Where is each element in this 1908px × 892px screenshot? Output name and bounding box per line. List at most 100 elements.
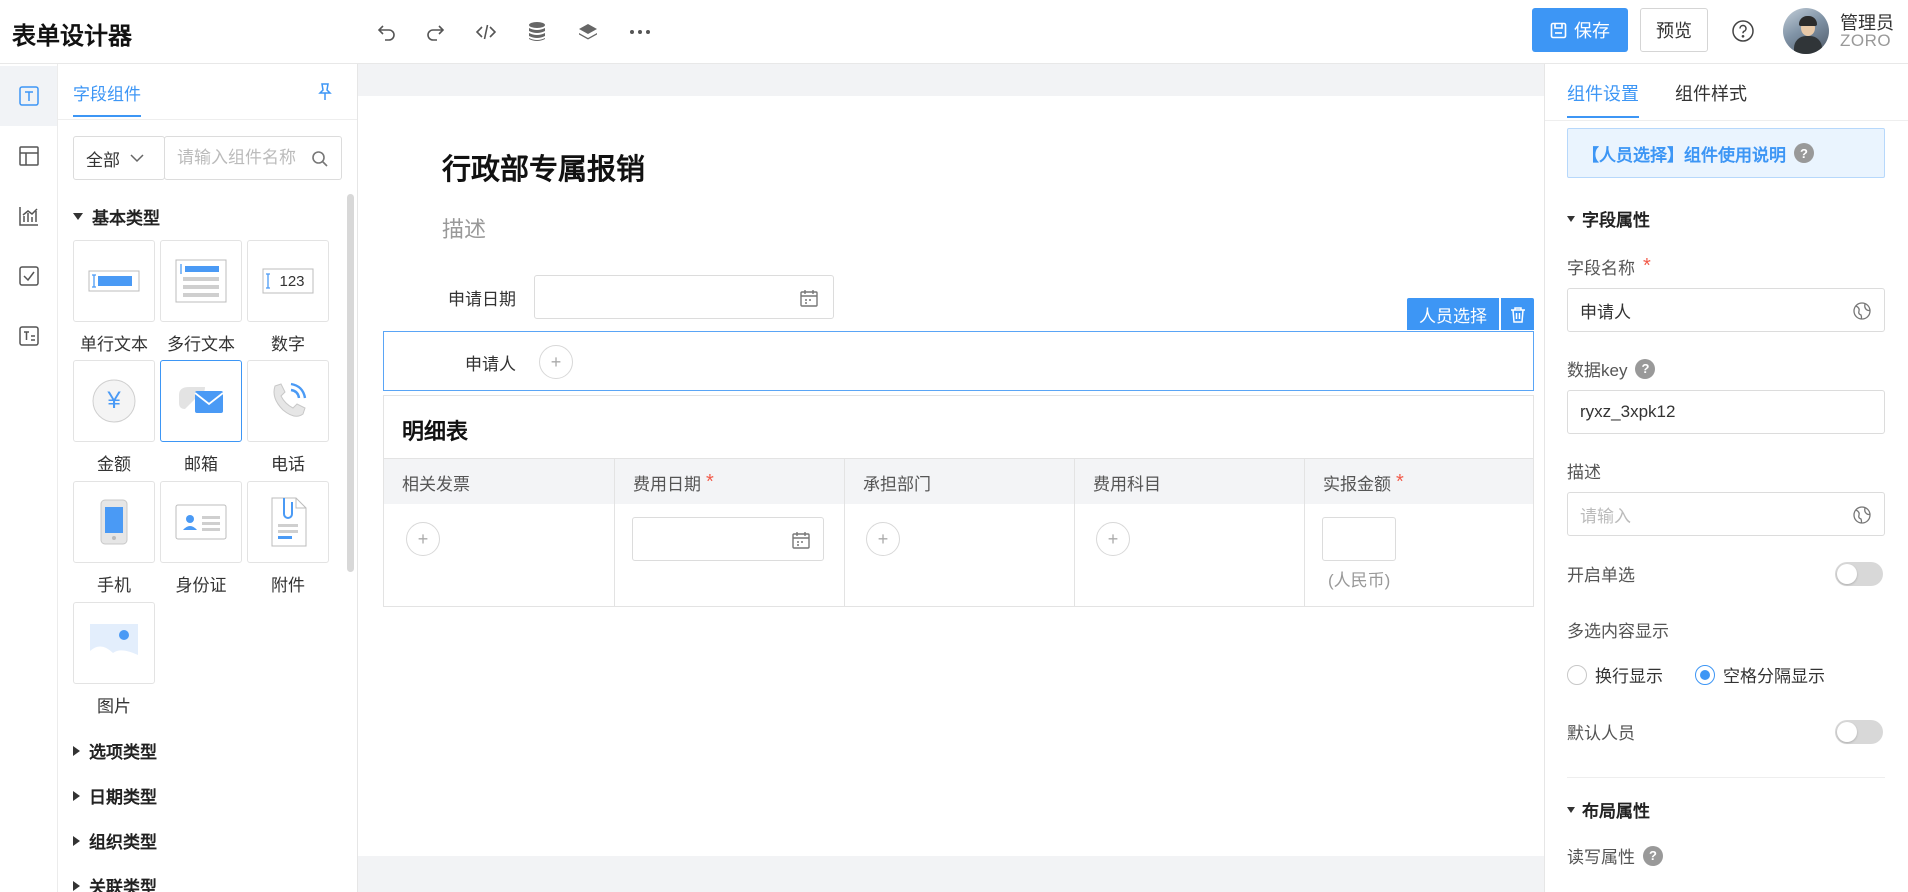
radio-newline-display[interactable]: 换行显示 bbox=[1567, 662, 1663, 687]
data-key-input[interactable]: ryxz_3xpk12 bbox=[1567, 390, 1885, 434]
category-options[interactable]: 选项类型 bbox=[73, 738, 157, 763]
category-organization[interactable]: 组织类型 bbox=[73, 828, 157, 853]
column-header-amount: 实报金额 * bbox=[1304, 459, 1533, 505]
single-line-text-icon bbox=[88, 270, 140, 292]
form-title[interactable]: 行政部专属报销 bbox=[442, 146, 645, 188]
category-date[interactable]: 日期类型 bbox=[73, 783, 157, 808]
tab-component-settings[interactable]: 组件设置 bbox=[1567, 80, 1639, 118]
column-divider bbox=[1074, 504, 1075, 607]
question-icon[interactable]: ? bbox=[1643, 845, 1663, 866]
applicant-label: 申请人 bbox=[465, 355, 516, 374]
globe-icon[interactable] bbox=[1852, 505, 1872, 525]
category-basic[interactable]: 基本类型 bbox=[73, 204, 160, 229]
widget-image[interactable]: 图片 bbox=[73, 602, 155, 717]
code-icon[interactable] bbox=[471, 17, 501, 47]
widget-label: 多行文本 bbox=[167, 335, 235, 354]
description-input[interactable]: 请输入 bbox=[1567, 492, 1885, 536]
question-icon[interactable]: ? bbox=[1635, 358, 1656, 379]
data-key-value: ryxz_3xpk12 bbox=[1580, 402, 1676, 421]
avatar[interactable] bbox=[1783, 8, 1829, 54]
plus-icon: + bbox=[417, 529, 429, 549]
undo-icon[interactable] bbox=[372, 17, 402, 47]
save-button[interactable]: 保存 bbox=[1532, 8, 1628, 52]
widget-mobile[interactable]: 手机 bbox=[73, 481, 155, 596]
widget-currency[interactable]: ¥ 金额 bbox=[73, 360, 155, 475]
chart-icon bbox=[18, 207, 38, 226]
add-department-button[interactable]: + bbox=[866, 522, 900, 556]
radio-space-separated-display[interactable]: 空格分隔显示 bbox=[1695, 662, 1825, 687]
rich-text-icon bbox=[18, 326, 39, 346]
usage-help-banner[interactable]: 【人员选择】组件使用说明 ? bbox=[1567, 128, 1885, 178]
pin-icon[interactable] bbox=[316, 82, 334, 107]
default-person-toggle[interactable] bbox=[1835, 720, 1883, 744]
field-name-input[interactable]: 申请人 bbox=[1567, 288, 1885, 332]
section-layout-properties[interactable]: 布局属性 bbox=[1567, 797, 1650, 822]
description-label: 描述 bbox=[1567, 463, 1601, 482]
read-write-label: 读写属性? bbox=[1567, 843, 1663, 868]
selected-field-tag[interactable]: 人员选择 bbox=[1407, 298, 1499, 330]
field-name-value: 申请人 bbox=[1580, 302, 1631, 322]
detail-table: 明细表 相关发票 费用日期 * 承担部门 费用科目 实报金额 * + + + (人民… bbox=[383, 395, 1534, 607]
plus-icon: + bbox=[1107, 529, 1119, 549]
rail-checkbox[interactable] bbox=[0, 246, 57, 306]
help-icon[interactable] bbox=[1730, 18, 1756, 44]
rail-layout[interactable] bbox=[0, 126, 57, 186]
add-invoice-button[interactable]: + bbox=[406, 522, 440, 556]
help-banner-text: 【人员选择】组件使用说明 bbox=[1582, 145, 1786, 165]
email-icon bbox=[179, 387, 224, 413]
data-key-label: 数据key? bbox=[1567, 356, 1656, 381]
image-icon bbox=[90, 624, 138, 662]
section-field-properties[interactable]: 字段属性 bbox=[1567, 206, 1650, 231]
preview-button[interactable]: 预览 bbox=[1640, 8, 1708, 52]
panel-scrollbar[interactable] bbox=[347, 194, 354, 572]
category-filter-select[interactable]: 全部 bbox=[73, 136, 165, 180]
rail-rich-text[interactable] bbox=[0, 306, 57, 366]
column-header-expense-subject: 费用科目 bbox=[1074, 459, 1304, 505]
widget-label: 图片 bbox=[97, 697, 131, 716]
expense-date-input[interactable] bbox=[632, 517, 824, 561]
column-divider bbox=[844, 504, 845, 607]
divider bbox=[1545, 120, 1908, 121]
widget-number[interactable]: 123 数字 bbox=[247, 240, 329, 355]
more-icon[interactable] bbox=[625, 17, 655, 47]
amount-input[interactable] bbox=[1322, 517, 1396, 561]
widget-single-line-text[interactable]: 单行文本 bbox=[73, 240, 155, 355]
left-icon-rail bbox=[0, 64, 58, 892]
section-label: 字段属性 bbox=[1582, 211, 1650, 230]
multi-line-text-icon bbox=[175, 259, 227, 303]
widget-label: 手机 bbox=[97, 576, 131, 595]
widget-label: 附件 bbox=[271, 576, 305, 595]
layers-icon[interactable] bbox=[573, 17, 603, 47]
widget-email[interactable]: 邮箱 bbox=[160, 360, 242, 475]
add-subject-button[interactable]: + bbox=[1096, 522, 1130, 556]
component-search-input[interactable] bbox=[177, 148, 307, 168]
save-label: 保存 bbox=[1574, 21, 1610, 41]
widget-phone[interactable]: 电话 bbox=[247, 360, 329, 475]
tab-field-components[interactable]: 字段组件 bbox=[73, 80, 141, 117]
single-select-toggle[interactable] bbox=[1835, 562, 1883, 586]
component-search[interactable] bbox=[164, 136, 342, 180]
required-mark: * bbox=[1396, 470, 1404, 493]
application-date-input[interactable] bbox=[534, 275, 834, 319]
calendar-icon bbox=[792, 532, 810, 549]
widget-label: 电话 bbox=[271, 455, 305, 474]
caret-right-icon bbox=[73, 745, 80, 756]
globe-icon[interactable] bbox=[1852, 301, 1872, 321]
category-label: 关联类型 bbox=[89, 878, 157, 892]
widget-attachment[interactable]: 附件 bbox=[247, 481, 329, 596]
widget-id-card[interactable]: 身份证 bbox=[160, 481, 242, 596]
category-relation[interactable]: 关联类型 bbox=[73, 873, 157, 892]
detail-table-title: 明细表 bbox=[402, 419, 469, 444]
redo-icon[interactable] bbox=[420, 17, 450, 47]
form-description[interactable]: 描述 bbox=[442, 212, 486, 244]
tab-component-style[interactable]: 组件样式 bbox=[1675, 80, 1747, 116]
widget-multi-line-text[interactable]: 多行文本 bbox=[160, 240, 242, 355]
settings-panel: 组件设置 组件样式 【人员选择】组件使用说明 ? 字段属性 字段名称 * 申请人 … bbox=[1544, 64, 1908, 892]
widget-label: 金额 bbox=[97, 455, 131, 474]
rail-text-field[interactable] bbox=[0, 66, 57, 126]
database-icon[interactable] bbox=[522, 17, 552, 47]
rail-chart[interactable] bbox=[0, 186, 57, 246]
app-title: 表单设计器 bbox=[12, 23, 132, 50]
add-person-button[interactable]: + bbox=[539, 345, 573, 379]
delete-field-button[interactable] bbox=[1501, 298, 1534, 330]
